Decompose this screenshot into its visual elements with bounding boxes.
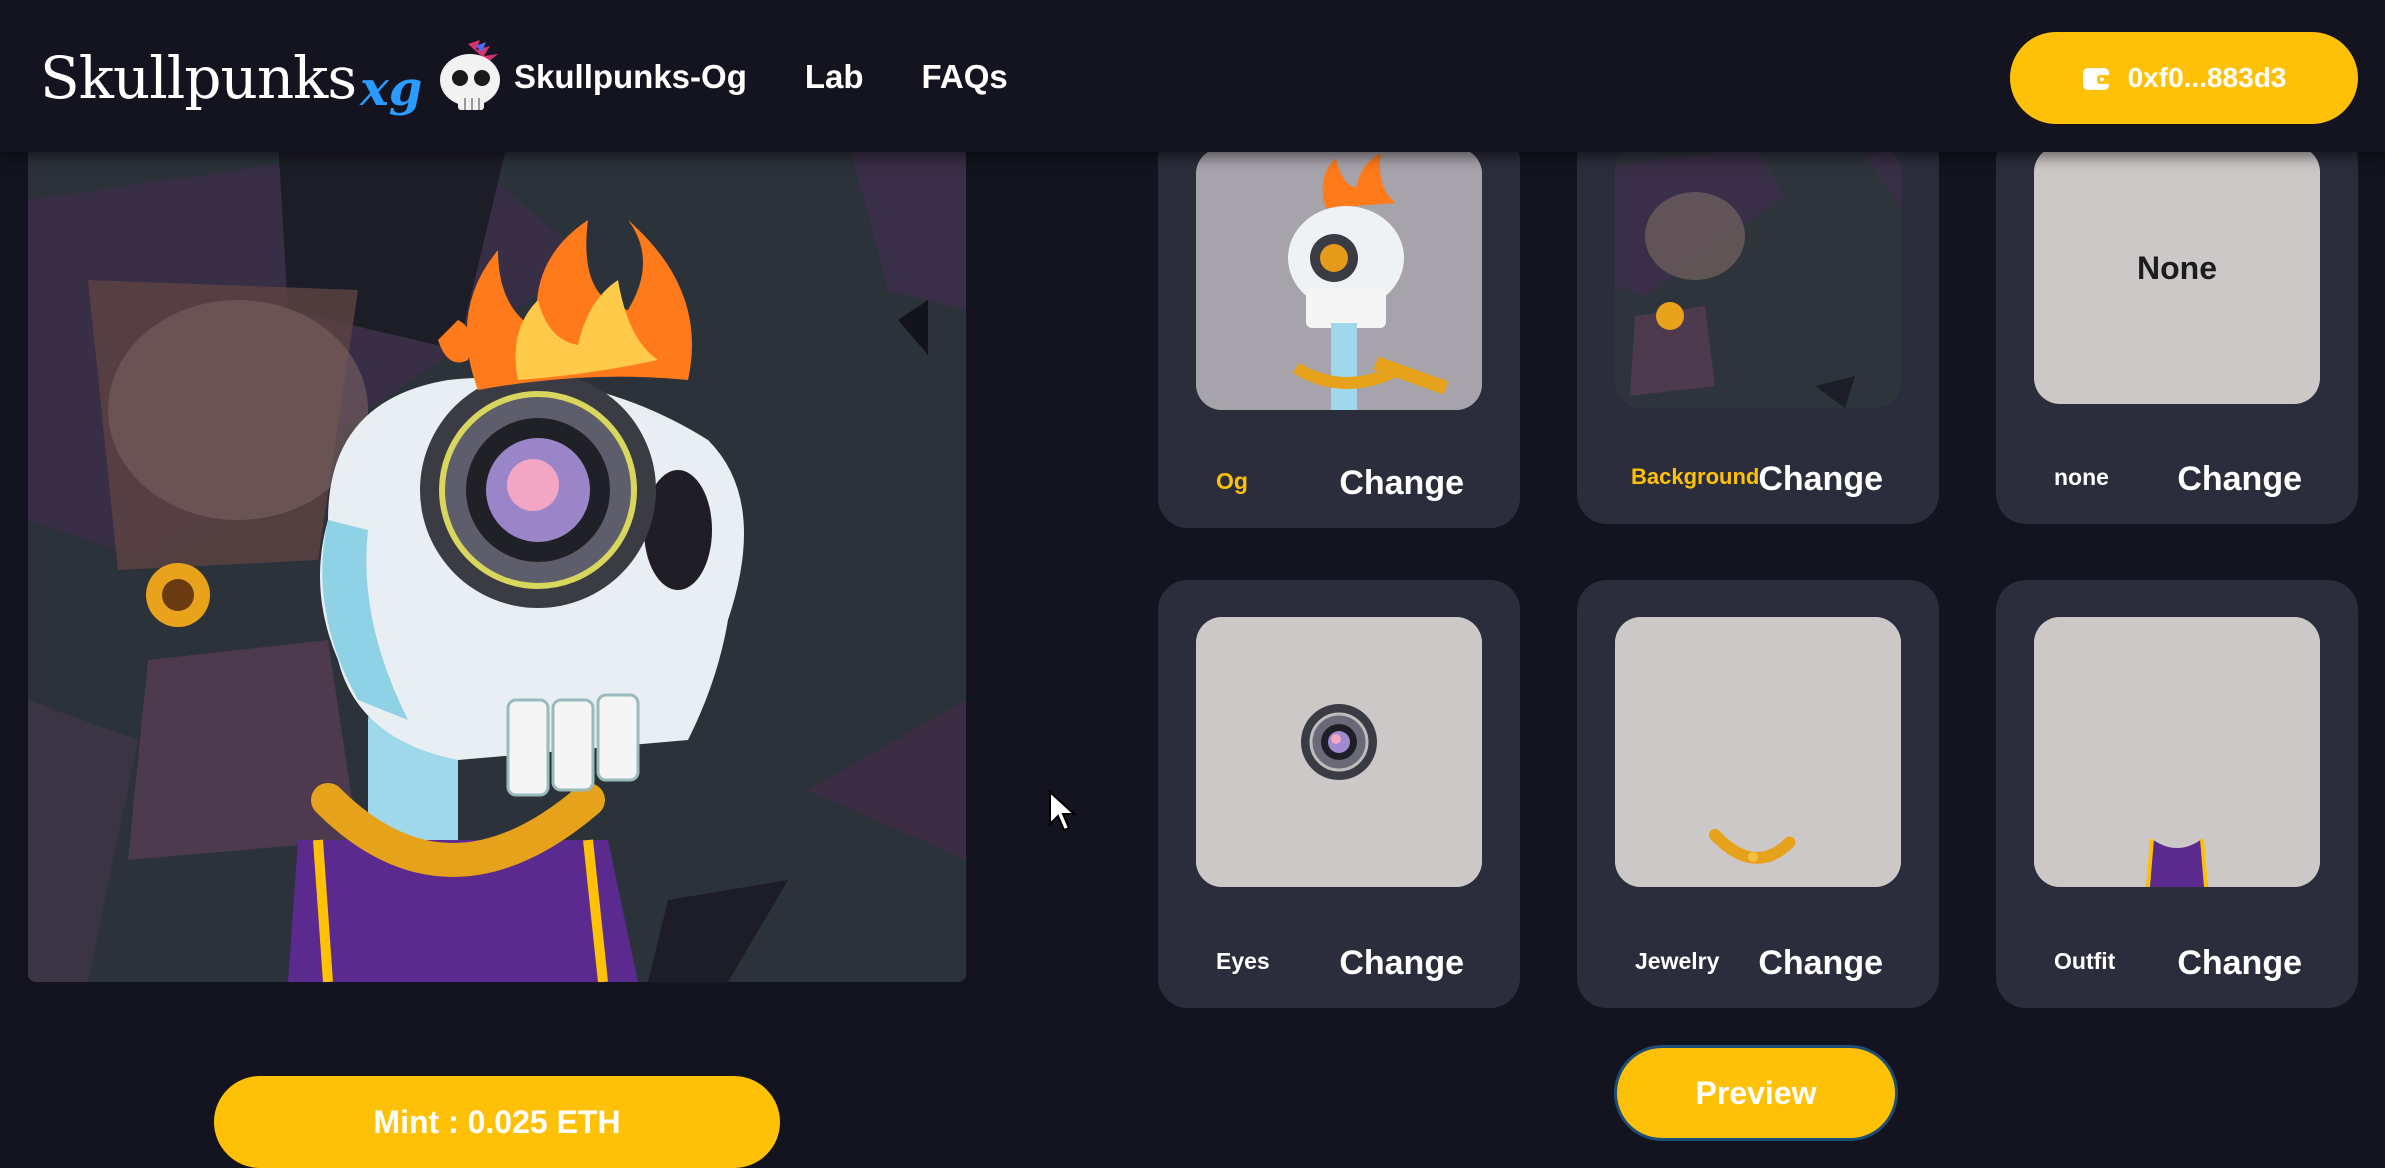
skull-logo-icon xyxy=(440,40,501,110)
skullpunks-logo[interactable]: Skullpunks xg xyxy=(40,30,512,126)
preview-button[interactable]: Preview xyxy=(1614,1045,1898,1141)
change-og-button[interactable]: Change xyxy=(1339,464,1464,503)
trait-card-none: None none Change xyxy=(1996,130,2358,524)
change-jewelry-button[interactable]: Change xyxy=(1758,944,1883,983)
trait-card-background: Background Change xyxy=(1577,130,1939,524)
trait-thumb-none[interactable]: None xyxy=(2034,146,2320,404)
trait-label-eyes: Eyes xyxy=(1216,948,1270,974)
nft-preview-image xyxy=(28,140,966,982)
change-none-button[interactable]: Change xyxy=(2177,460,2302,499)
change-background-button[interactable]: Change xyxy=(1758,460,1883,499)
nav-lab[interactable]: Lab xyxy=(805,50,864,104)
nav-faqs[interactable]: FAQs xyxy=(922,50,1008,104)
trait-card-eyes: Eyes Change xyxy=(1158,580,1520,1008)
change-outfit-button[interactable]: Change xyxy=(2177,944,2302,983)
trait-thumb-og[interactable] xyxy=(1196,148,1482,410)
top-navbar: Skullpunks xg Skullpunks-Og Lab FAQs 0xf… xyxy=(0,0,2385,152)
nav-skullpunks-og[interactable]: Skullpunks-Og xyxy=(514,50,747,104)
trait-label-background: Background xyxy=(1631,464,1760,489)
trait-label-outfit: Outfit xyxy=(2054,948,2116,974)
wallet-icon xyxy=(2082,68,2111,90)
logo-suffix: xg xyxy=(360,61,423,117)
mint-button[interactable]: Mint : 0.025 ETH xyxy=(214,1076,780,1168)
trait-label-none: none xyxy=(2054,464,2109,490)
main-nav: Skullpunks-Og Lab FAQs xyxy=(514,50,1066,104)
trait-label-jewelry: Jewelry xyxy=(1635,948,1720,974)
trait-card-og: Og Change xyxy=(1158,130,1520,528)
trait-thumb-eyes[interactable] xyxy=(1196,617,1482,887)
trait-thumb-jewelry[interactable] xyxy=(1615,617,1901,887)
mouse-cursor-icon xyxy=(1048,789,1077,832)
trait-label-og: Og xyxy=(1216,468,1248,494)
logo-text: Skullpunks xyxy=(40,44,357,112)
trait-thumb-outfit[interactable] xyxy=(2034,617,2320,887)
wallet-address: 0xf0...883d3 xyxy=(2127,62,2287,93)
wallet-button[interactable]: 0xf0...883d3 xyxy=(2010,32,2358,124)
trait-thumb-background[interactable] xyxy=(1615,146,1901,408)
change-eyes-button[interactable]: Change xyxy=(1339,944,1464,983)
none-thumb-text: None xyxy=(2137,250,2217,286)
trait-card-jewelry: Jewelry Change xyxy=(1577,580,1939,1008)
trait-card-outfit: Outfit Change xyxy=(1996,580,2358,1008)
